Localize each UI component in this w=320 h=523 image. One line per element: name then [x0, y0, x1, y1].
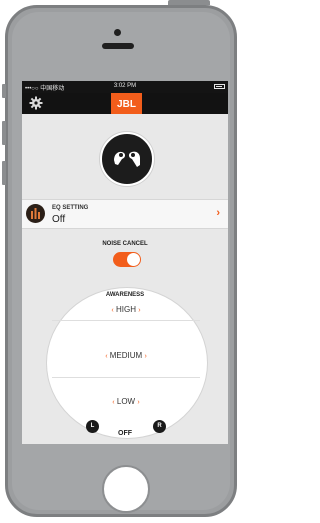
level-label: LOW: [116, 397, 136, 406]
arrow-right-icon: ›: [144, 353, 147, 360]
app-screen: •••○○ 中国移动 3:02 PM JBL EQ SETTING Off › …: [22, 81, 228, 444]
awareness-off-label[interactable]: OFF: [22, 430, 228, 437]
battery-icon: [214, 84, 225, 89]
awareness-level-medium[interactable]: ‹ MEDIUM ›: [46, 351, 206, 360]
eq-setting-row[interactable]: EQ SETTING Off ›: [22, 199, 228, 229]
divider: [52, 377, 200, 378]
toggle-knob: [127, 253, 140, 266]
level-label: MEDIUM: [109, 351, 143, 360]
status-bar: •••○○ 中国移动 3:02 PM: [22, 81, 228, 93]
awareness-label: AWARENESS: [105, 292, 145, 298]
arrow-left-icon: ‹: [105, 353, 108, 360]
earpiece-speaker: [102, 43, 134, 49]
arrow-left-icon: ‹: [112, 399, 115, 406]
noise-cancel-label: NOISE CANCEL: [102, 241, 148, 247]
awareness-level-high[interactable]: ‹ HIGH ›: [46, 305, 206, 314]
arrow-left-icon: ‹: [111, 307, 114, 314]
divider: [52, 320, 200, 321]
power-button: [168, 0, 210, 5]
level-label: HIGH: [116, 305, 136, 314]
status-time: 3:02 PM: [113, 83, 137, 89]
device-badge: [100, 132, 154, 186]
volume-up-button: [2, 121, 6, 145]
awareness-level-low[interactable]: ‹ LOW ›: [46, 397, 206, 406]
brand-logo: JBL: [111, 93, 142, 114]
chevron-right-icon[interactable]: ›: [216, 207, 220, 219]
arrow-right-icon: ›: [137, 399, 140, 406]
device-header: [22, 114, 228, 199]
mute-switch: [2, 84, 6, 98]
eq-setting-value: Off: [52, 214, 66, 225]
eq-thumbnail-icon: [26, 204, 45, 223]
earbuds-icon: [114, 151, 140, 167]
home-button[interactable]: [102, 465, 150, 513]
app-bar: JBL: [22, 93, 228, 114]
volume-down-button: [2, 161, 6, 185]
gear-icon[interactable]: [29, 96, 43, 110]
front-camera: [114, 29, 121, 36]
eq-setting-label: EQ SETTING: [52, 205, 89, 211]
noise-cancel-toggle[interactable]: [113, 252, 141, 267]
arrow-right-icon: ›: [138, 307, 141, 314]
